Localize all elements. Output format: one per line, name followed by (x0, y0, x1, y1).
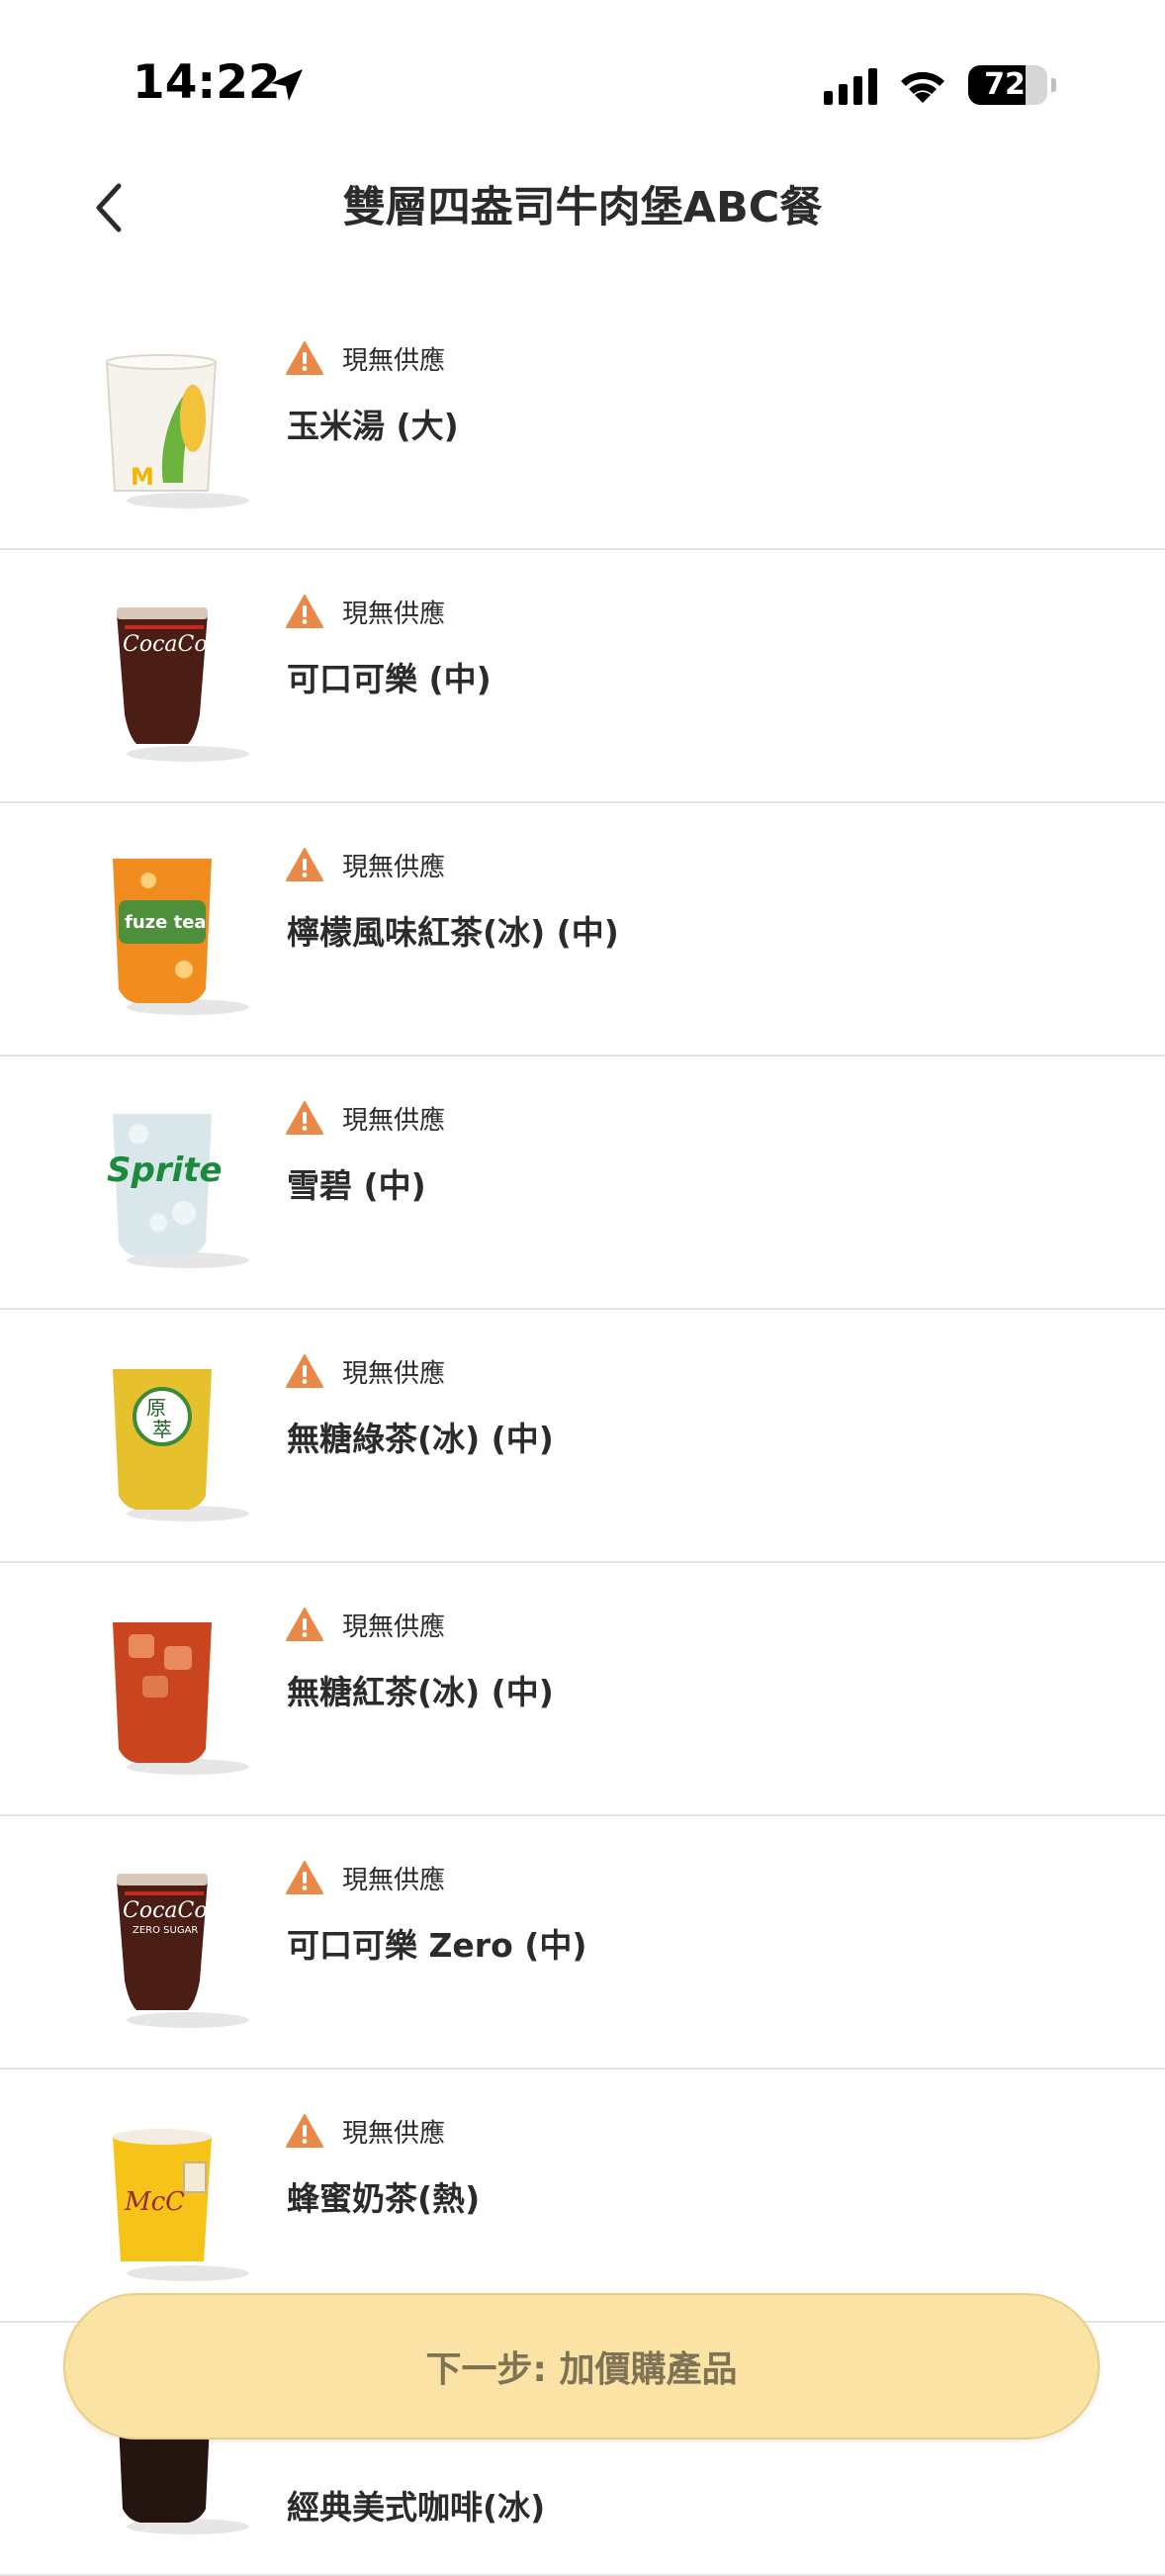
availability-status: 現無供應 (285, 1605, 445, 1644)
green-tea-image: 原萃 (89, 1347, 267, 1525)
warning-icon (286, 1861, 323, 1894)
corn-soup-image: M (89, 334, 267, 512)
svg-text:原: 原 (146, 1396, 166, 1420)
sprite-image: Sprite (89, 1094, 267, 1272)
status-text: 現無供應 (342, 2118, 446, 2149)
status-bar: 14:22 72 (0, 0, 1165, 168)
warning-icon (286, 595, 323, 628)
warning-icon (286, 1608, 323, 1641)
svg-text:fuze tea: fuze tea (125, 912, 207, 933)
svg-text:M: M (131, 463, 154, 491)
black-tea-image (89, 1601, 267, 1779)
item-name: 蜂蜜奶茶(熱) (287, 2179, 481, 2218)
cellular-signal-icon (824, 65, 877, 105)
battery-nub (1051, 78, 1056, 92)
location-arrow-icon (271, 69, 303, 101)
availability-status: 現無供應 (285, 592, 445, 631)
lemon-tea-image: fuze tea (89, 841, 267, 1019)
list-item[interactable]: Sprite 現無供應雪碧 (中) (0, 1057, 1165, 1310)
status-text: 現無供應 (342, 1865, 446, 1895)
availability-status: 現無供應 (285, 1351, 445, 1391)
availability-status: 現無供應 (285, 1098, 445, 1138)
list-item[interactable]: CocaCola 現無供應可口可樂 (中) (0, 550, 1165, 803)
next-step-label: 下一步: 加價購產品 (425, 2349, 738, 2390)
warning-icon (286, 341, 323, 375)
status-text: 現無供應 (342, 1105, 446, 1136)
warning-icon (286, 2114, 323, 2148)
item-name: 可口可樂 (中) (287, 660, 492, 698)
availability-status: 現無供應 (285, 2111, 445, 2151)
status-indicators: 72 (824, 63, 1056, 107)
status-text: 現無供應 (342, 345, 446, 376)
svg-text:CocaCola: CocaCola (123, 632, 227, 657)
header: 雙層四盎司牛肉堡ABC餐 (0, 168, 1165, 297)
page-title: 雙層四盎司牛肉堡ABC餐 (342, 183, 823, 232)
list-item[interactable]: 原萃 現無供應無糖綠茶(冰) (中) (0, 1310, 1165, 1563)
svg-text:CocaCola: CocaCola (123, 1898, 227, 1923)
warning-icon (286, 1354, 323, 1388)
list-item[interactable]: fuze tea 現無供應檸檬風味紅茶(冰) (中) (0, 803, 1165, 1057)
warning-icon (286, 1101, 323, 1135)
availability-status: 現無供應 (285, 845, 445, 884)
status-text: 現無供應 (342, 598, 446, 629)
coca-cola-image: CocaCola (89, 588, 267, 766)
status-text: 現無供應 (342, 1611, 446, 1642)
status-text: 現無供應 (342, 1358, 446, 1389)
svg-text:Sprite: Sprite (107, 1150, 223, 1190)
item-name: 經典美式咖啡(冰) (287, 2488, 546, 2527)
list-item[interactable]: M 現無供應玉米湯 (大) (0, 297, 1165, 550)
wifi-icon (901, 71, 944, 103)
item-name: 無糖紅茶(冰) (中) (287, 1673, 554, 1711)
svg-text:萃: 萃 (152, 1418, 172, 1441)
warning-icon (286, 848, 323, 881)
svg-text:ZERO SUGAR: ZERO SUGAR (133, 1925, 198, 1936)
next-step-button[interactable]: 下一步: 加價購產品 (63, 2293, 1100, 2439)
item-name: 雪碧 (中) (287, 1166, 426, 1205)
status-text: 現無供應 (342, 852, 446, 882)
list-item[interactable]: CocaCola ZERO SUGAR 現無供應可口可樂 Zero (中) (0, 1816, 1165, 2070)
availability-status: 現無供應 (285, 338, 445, 378)
battery-icon: 72 (968, 65, 1047, 105)
availability-status: 現無供應 (285, 1858, 445, 1897)
item-name: 可口可樂 Zero (中) (287, 1926, 587, 1965)
item-name: 無糖綠茶(冰) (中) (287, 1420, 554, 1458)
status-time: 14:22 (133, 55, 281, 110)
list-item[interactable]: McC 現無供應蜂蜜奶茶(熱) (0, 2070, 1165, 2323)
item-name: 玉米湯 (大) (287, 407, 459, 445)
item-list: M 現無供應 玉米湯 (大) CocaCola 現無供應 可口可樂 (中) fuze tea… (0, 297, 1165, 2576)
honey-milk-tea-image: McC (89, 2107, 267, 2285)
list-item[interactable]: 現無供應無糖紅茶(冰) (中) (0, 1563, 1165, 1816)
svg-text:McC: McC (124, 2187, 185, 2217)
battery-percent: 72 (984, 67, 1026, 102)
coca-cola-zero-image: CocaCola ZERO SUGAR (89, 1854, 267, 2032)
item-name: 檸檬風味紅茶(冰) (中) (287, 913, 619, 952)
